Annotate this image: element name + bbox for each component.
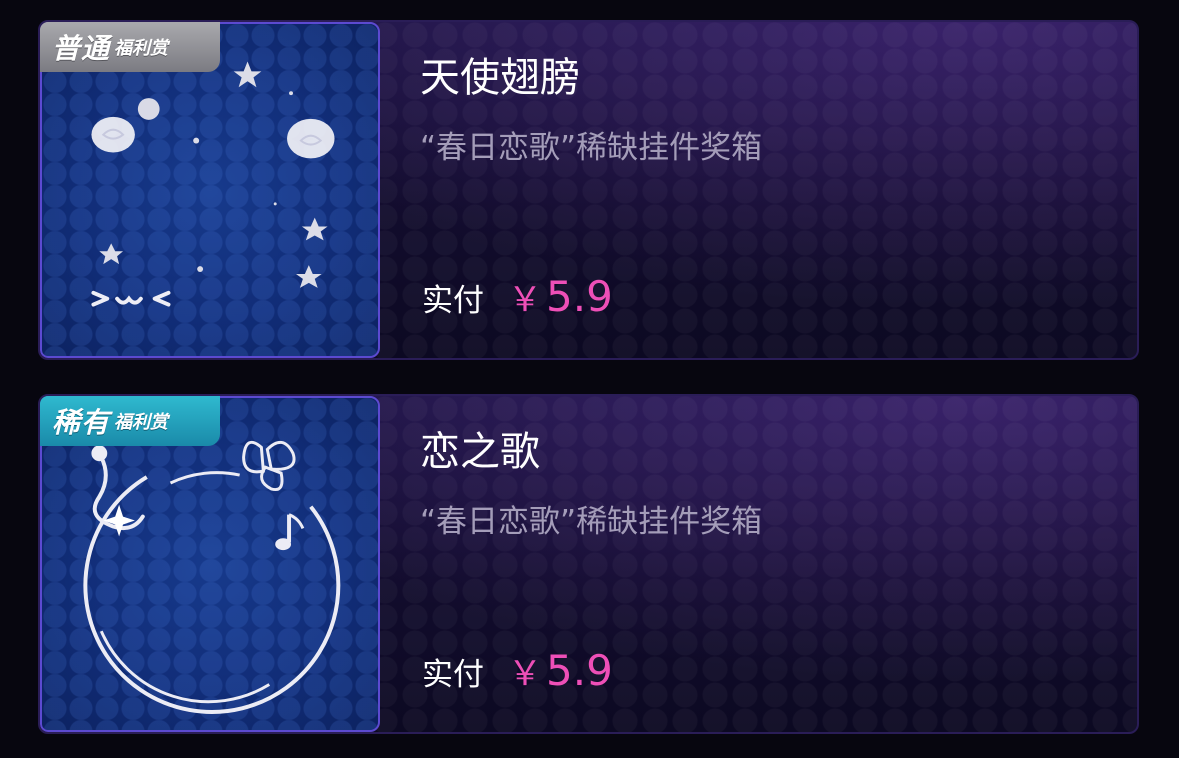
rarity-tag-main: 普通	[52, 32, 111, 65]
rarity-tag-sub: 福利赏	[114, 38, 169, 59]
prize-info: 天使翅膀 “春日恋歌”稀缺挂件奖箱 实付 ￥ 5.9	[420, 22, 1137, 358]
prize-image	[40, 22, 380, 358]
pay-label: 实付	[422, 657, 484, 693]
prize-image	[40, 396, 380, 732]
price-row: 实付 ￥ 5.9	[422, 272, 613, 332]
love-song-ring-icon	[83, 440, 341, 714]
rarity-tag-sub: 福利赏	[114, 412, 169, 433]
currency-symbol: ￥	[508, 280, 542, 320]
currency-symbol: ￥	[508, 654, 542, 694]
angel-wings-face-icon	[91, 61, 335, 307]
prize-title: 恋之歌	[420, 429, 540, 475]
prize-card[interactable]: 普通 福利赏 天使翅膀 “春日恋歌”稀缺挂件奖箱 实付 ￥ 5.9	[38, 20, 1139, 360]
price-amount: 5.9	[546, 646, 613, 695]
prize-card[interactable]: 稀有 福利赏 恋之歌 “春日恋歌”稀缺挂件奖箱 实付 ￥ 5.9	[38, 394, 1139, 734]
pay-label: 实付	[422, 283, 484, 319]
price-amount: 5.9	[546, 272, 613, 321]
prize-subtitle: “春日恋歌”稀缺挂件奖箱	[420, 504, 763, 540]
prize-title: 天使翅膀	[420, 55, 580, 101]
prize-info: 恋之歌 “春日恋歌”稀缺挂件奖箱 实付 ￥ 5.9	[420, 396, 1137, 732]
rarity-tag-main: 稀有	[52, 406, 111, 439]
rarity-tag: 稀有 福利赏	[40, 396, 220, 446]
prize-subtitle: “春日恋歌”稀缺挂件奖箱	[420, 130, 763, 166]
prize-list: 普通 福利赏 天使翅膀 “春日恋歌”稀缺挂件奖箱 实付 ￥ 5.9 稀有 福利赏…	[0, 0, 1179, 758]
rarity-tag: 普通 福利赏	[40, 22, 220, 72]
price-row: 实付 ￥ 5.9	[422, 646, 613, 706]
